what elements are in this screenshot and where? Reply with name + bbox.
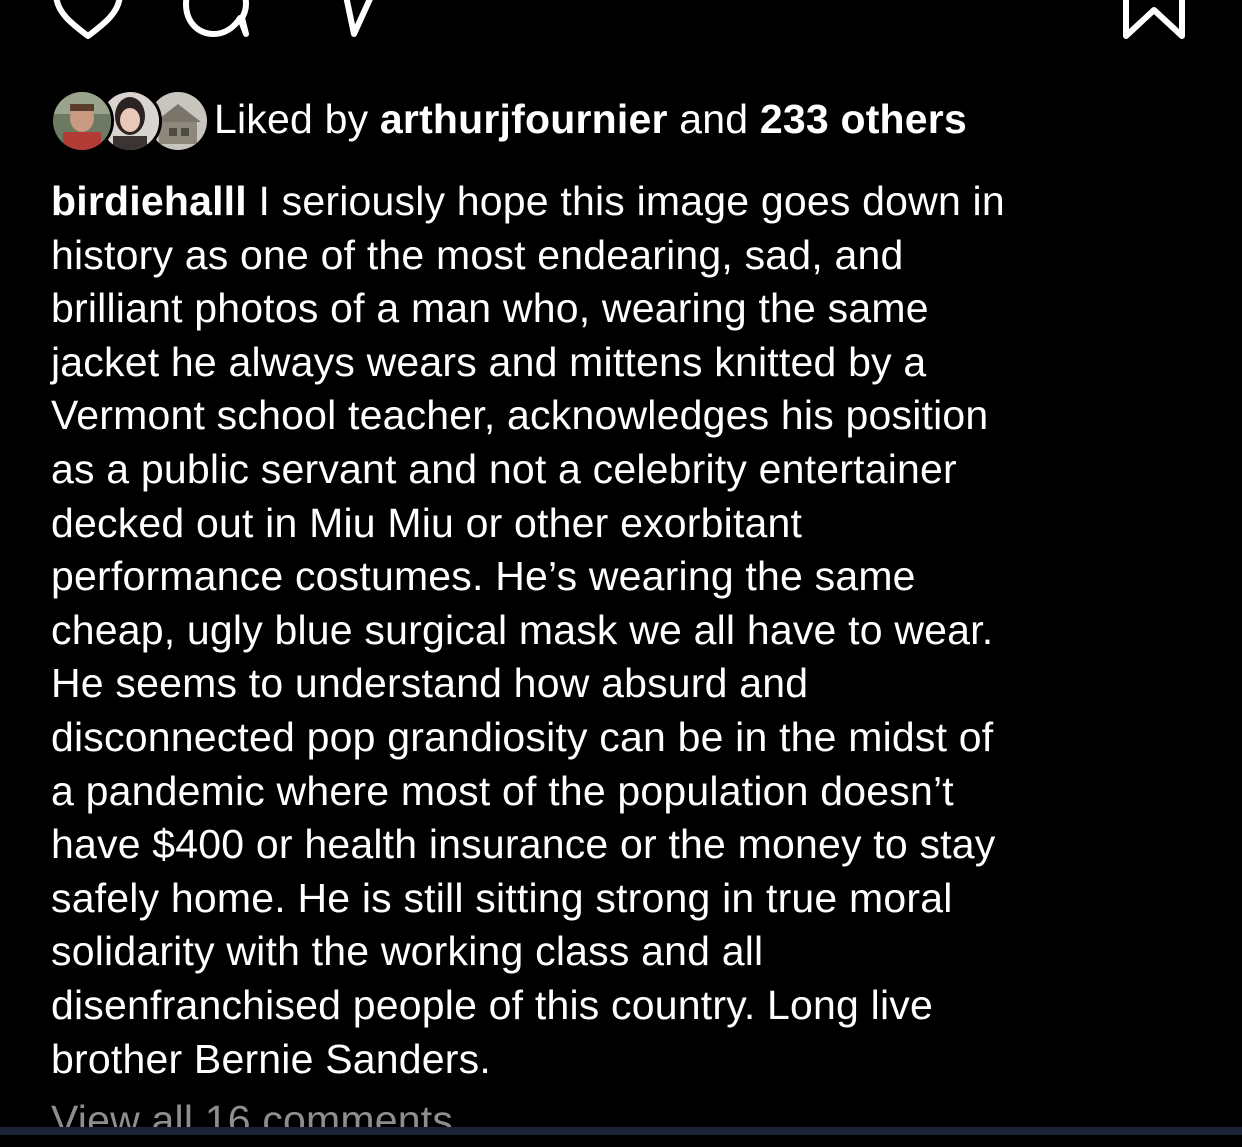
caption-line: birdiehalll I seriously hope this image … bbox=[51, 175, 1181, 229]
likes-row: Liked by arthurjfournier and 233 others bbox=[50, 86, 967, 153]
caption-line: Vermont school teacher, acknowledges his… bbox=[51, 392, 989, 439]
liked-by-middle: and bbox=[667, 96, 760, 142]
caption-username[interactable]: birdiehalll bbox=[51, 178, 247, 224]
caption-text: I seriously hope this image goes down in bbox=[246, 178, 1005, 224]
caption-line: solidarity with the working class and al… bbox=[51, 928, 764, 975]
caption-line: have $400 or health insurance or the mon… bbox=[51, 821, 996, 868]
bottom-divider bbox=[0, 1127, 1242, 1135]
view-all-comments-link[interactable]: View all 16 comments bbox=[51, 1094, 453, 1147]
liked-by-others[interactable]: 233 others bbox=[760, 96, 967, 142]
caption-line: brother Bernie Sanders. bbox=[51, 1035, 491, 1082]
liked-by-user[interactable]: arthurjfournier bbox=[380, 96, 668, 142]
caption-line: disenfranchised people of this country. … bbox=[51, 981, 933, 1028]
caption-line: cheap, ugly blue surgical mask we all ha… bbox=[51, 606, 994, 653]
share-icon[interactable] bbox=[318, 0, 390, 42]
caption-line: jacket he always wears and mittens knitt… bbox=[51, 338, 927, 385]
caption-line: disconnected pop grandiosity can be in t… bbox=[51, 713, 994, 760]
bookmark-icon[interactable] bbox=[1116, 0, 1192, 42]
caption-line: decked out in Miu Miu or other exorbitan… bbox=[51, 499, 803, 546]
caption-line: a pandemic where most of the population … bbox=[51, 767, 954, 814]
liked-by-prefix: Liked by bbox=[214, 96, 380, 142]
comment-icon[interactable] bbox=[182, 0, 254, 42]
avatar[interactable] bbox=[50, 89, 114, 153]
caption-line: performance costumes. He’s wearing the s… bbox=[51, 553, 916, 600]
post-caption: birdiehalll I seriously hope this image … bbox=[51, 175, 1181, 1086]
caption-line: safely home. He is still sitting strong … bbox=[51, 874, 953, 921]
post-action-bar bbox=[0, 0, 1242, 50]
liked-by-text[interactable]: Liked by arthurjfournier and 233 others bbox=[214, 86, 967, 152]
caption-line: as a public servant and not a celebrity … bbox=[51, 445, 957, 492]
heart-icon[interactable] bbox=[52, 0, 124, 42]
caption-line: brilliant photos of a man who, wearing t… bbox=[51, 285, 929, 332]
liker-avatars[interactable] bbox=[50, 87, 210, 153]
caption-line: He seems to understand how absurd and bbox=[51, 660, 809, 707]
caption-line: history as one of the most endearing, sa… bbox=[51, 231, 904, 278]
